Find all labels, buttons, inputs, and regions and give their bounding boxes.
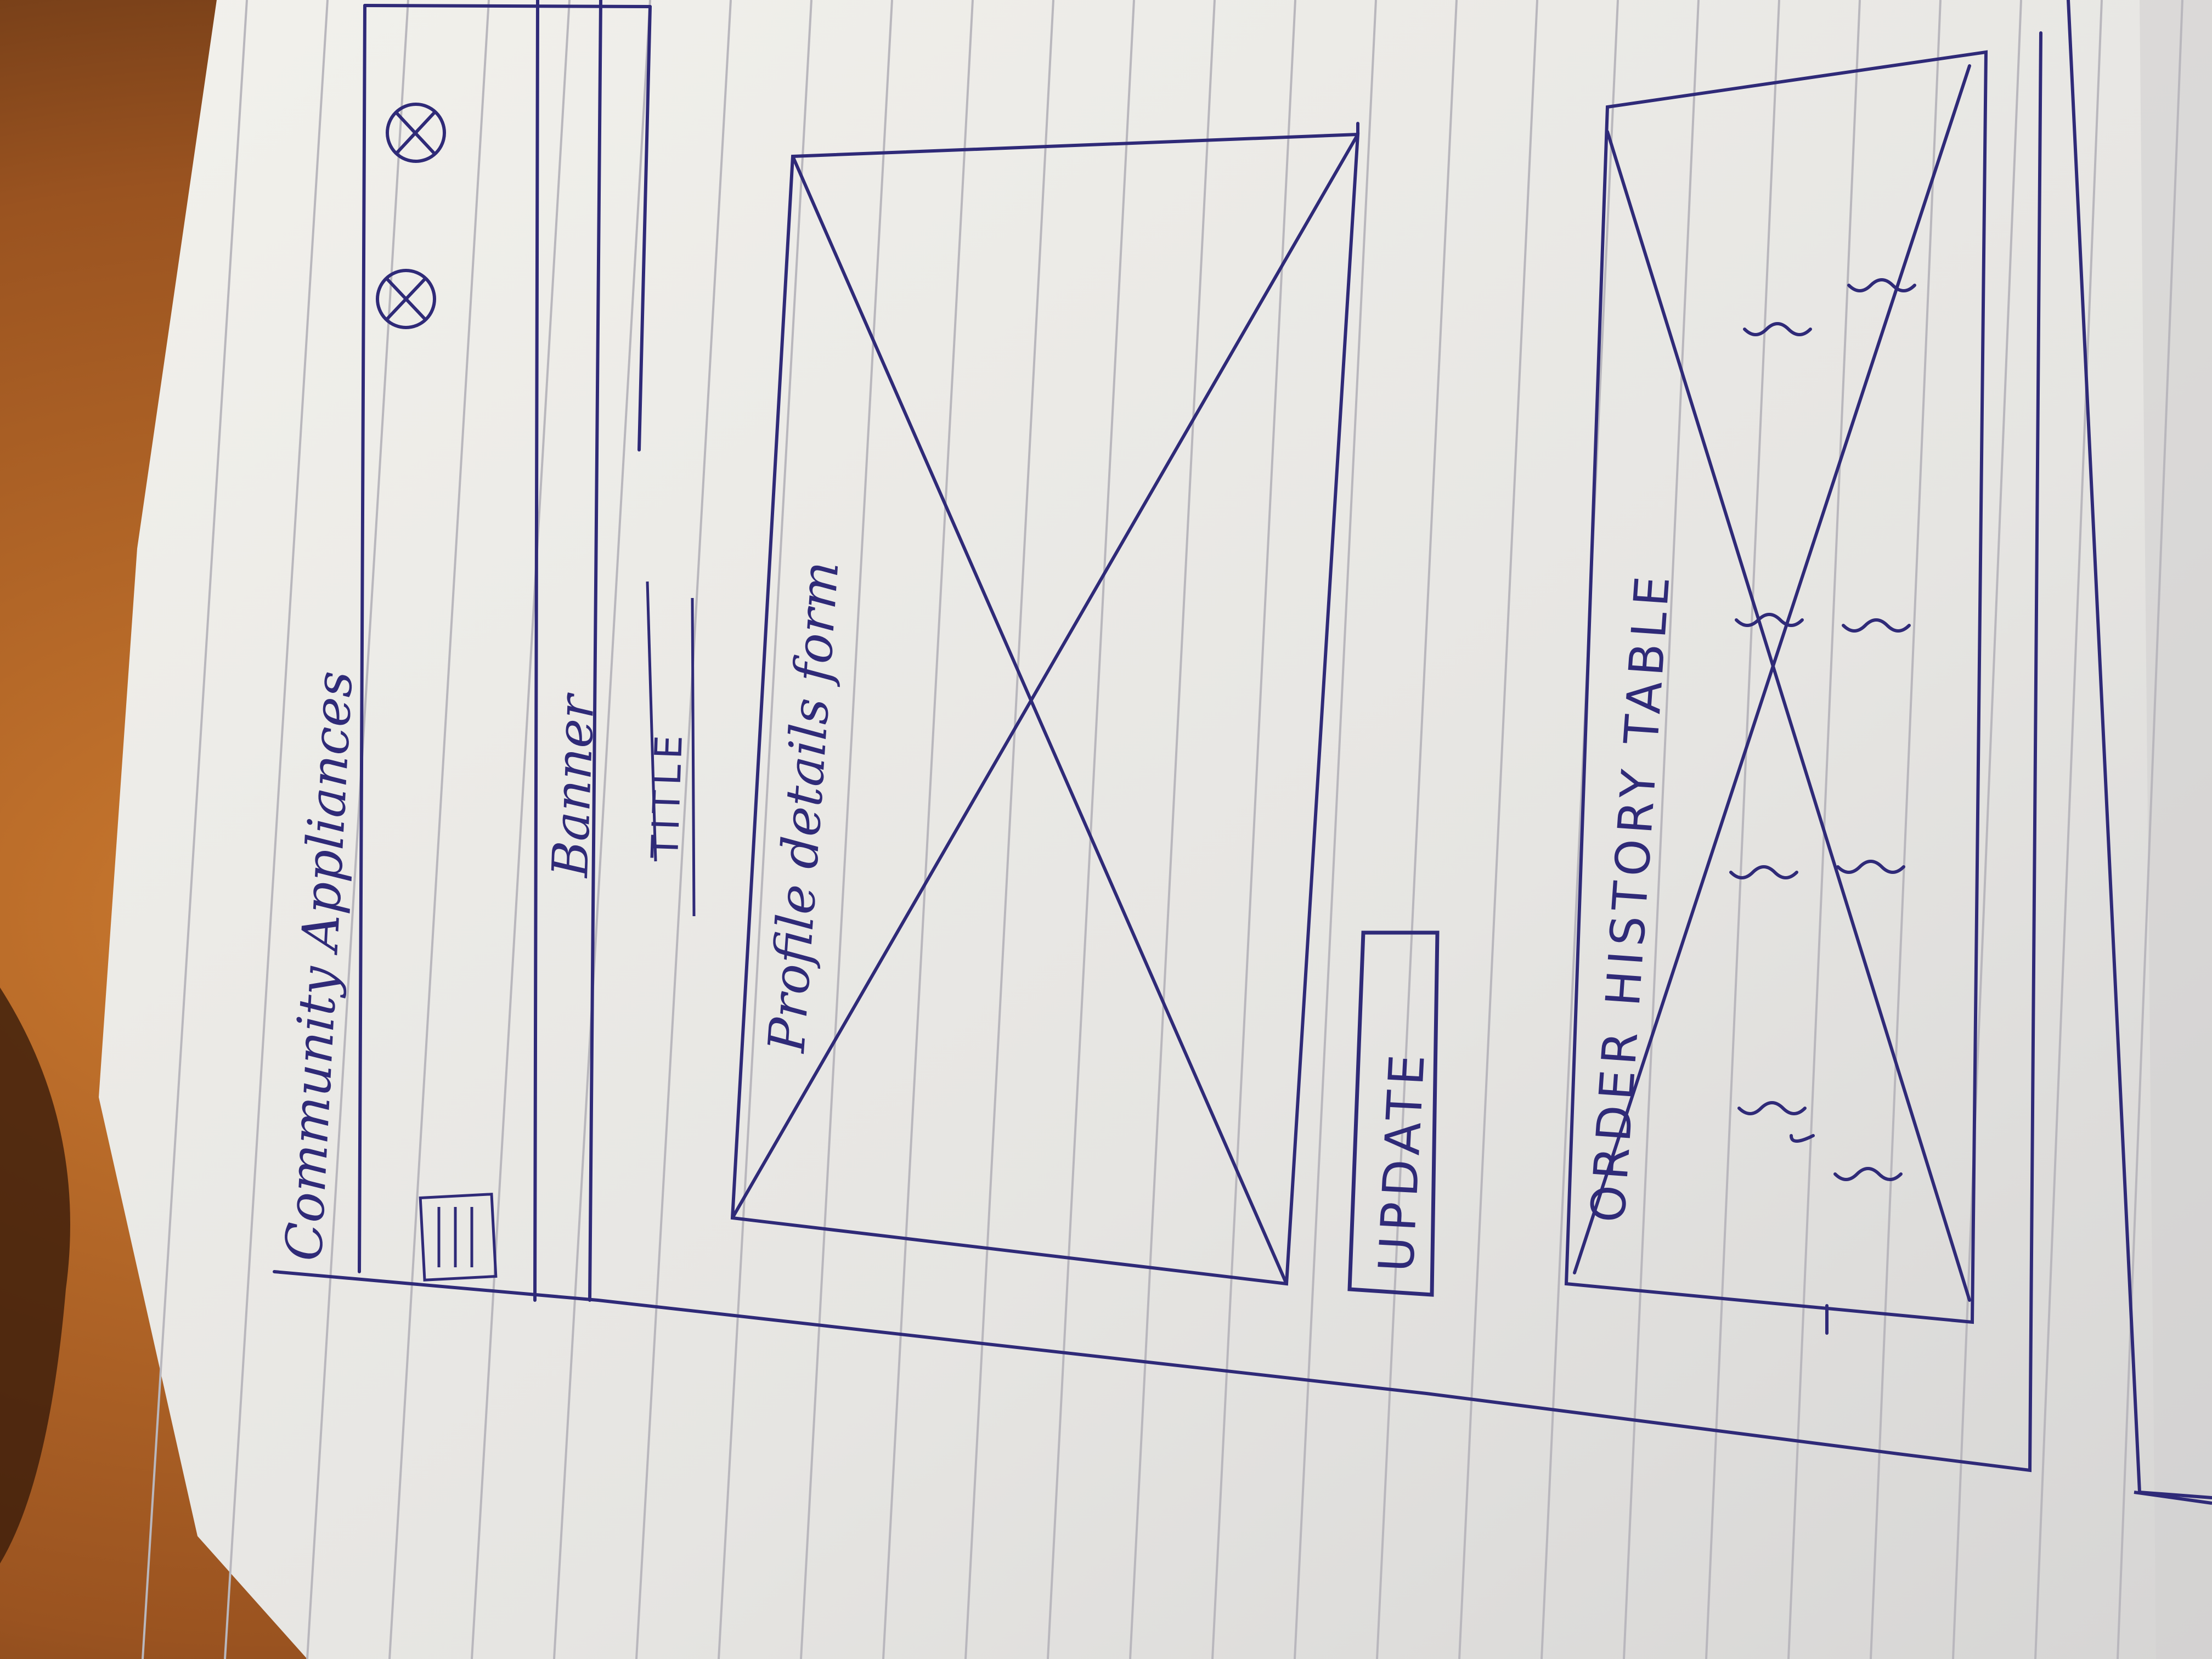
photo-scene: Community Appliances Banner TITLE Profil…	[0, 0, 2212, 1659]
notebook-page: Community Appliances Banner TITLE Profil…	[99, 0, 2212, 1659]
paper-sheet	[99, 0, 2212, 1659]
update-button-label: UPDATE	[1368, 1048, 1436, 1273]
banner-title: TITLE	[644, 729, 691, 860]
banner-label: Banner	[541, 691, 606, 879]
